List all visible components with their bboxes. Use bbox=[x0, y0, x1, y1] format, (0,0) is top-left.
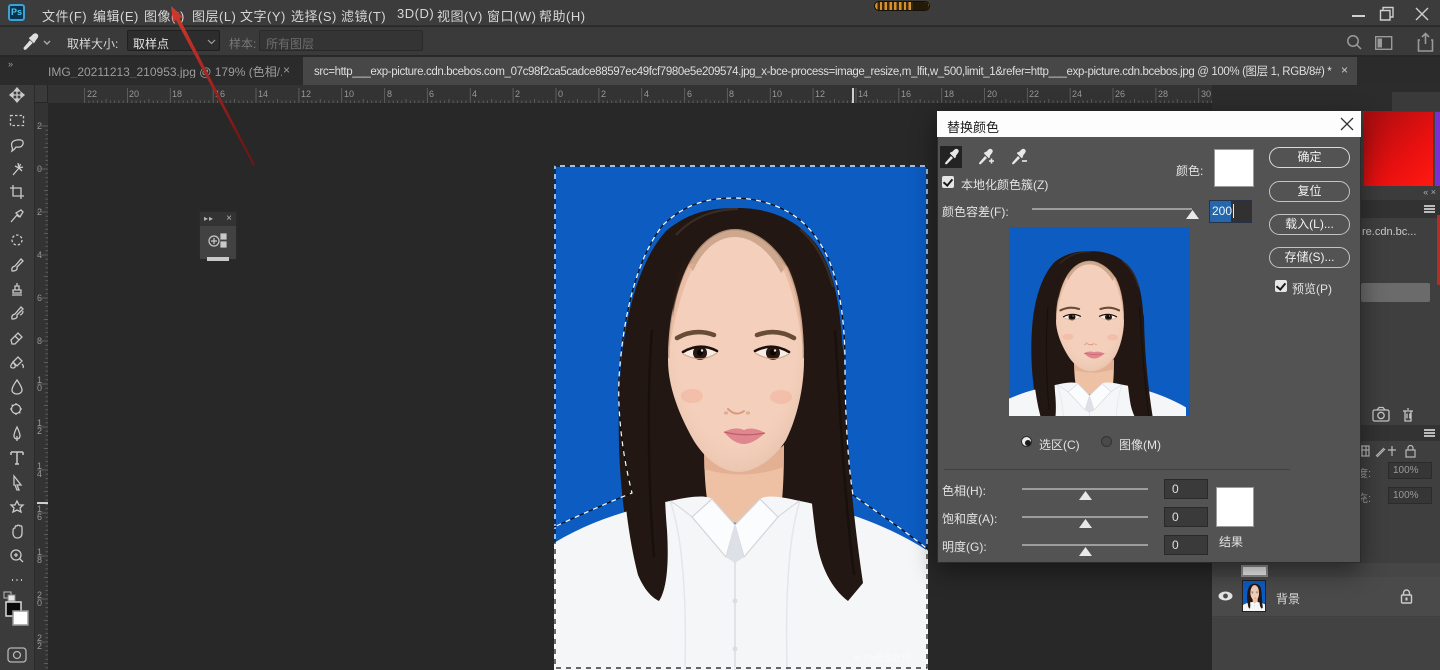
svg-text:2: 2 bbox=[515, 89, 520, 99]
svg-text:16: 16 bbox=[901, 89, 911, 99]
svg-text:26: 26 bbox=[1115, 89, 1125, 99]
svg-text:10: 10 bbox=[344, 89, 354, 99]
svg-text:12: 12 bbox=[815, 89, 825, 99]
svg-text:8: 8 bbox=[729, 89, 734, 99]
svg-text:22: 22 bbox=[87, 89, 97, 99]
svg-text:8: 8 bbox=[387, 89, 392, 99]
svg-text:12: 12 bbox=[301, 89, 311, 99]
svg-text:2: 2 bbox=[601, 89, 606, 99]
svg-text:6: 6 bbox=[429, 89, 434, 99]
svg-text:❄ Ps图像处理: ❄ Ps图像处理 bbox=[854, 652, 911, 663]
svg-text:24: 24 bbox=[1072, 89, 1082, 99]
svg-text:14: 14 bbox=[858, 89, 868, 99]
svg-text:20: 20 bbox=[129, 89, 139, 99]
svg-text:28: 28 bbox=[1158, 89, 1168, 99]
svg-text:4: 4 bbox=[472, 89, 477, 99]
svg-text:0: 0 bbox=[558, 89, 563, 99]
svg-text:6: 6 bbox=[687, 89, 692, 99]
svg-text:22: 22 bbox=[1029, 89, 1039, 99]
svg-text:20: 20 bbox=[987, 89, 997, 99]
svg-text:18: 18 bbox=[944, 89, 954, 99]
svg-text:10: 10 bbox=[772, 89, 782, 99]
svg-text:30: 30 bbox=[1201, 89, 1211, 99]
svg-text:4: 4 bbox=[644, 89, 649, 99]
